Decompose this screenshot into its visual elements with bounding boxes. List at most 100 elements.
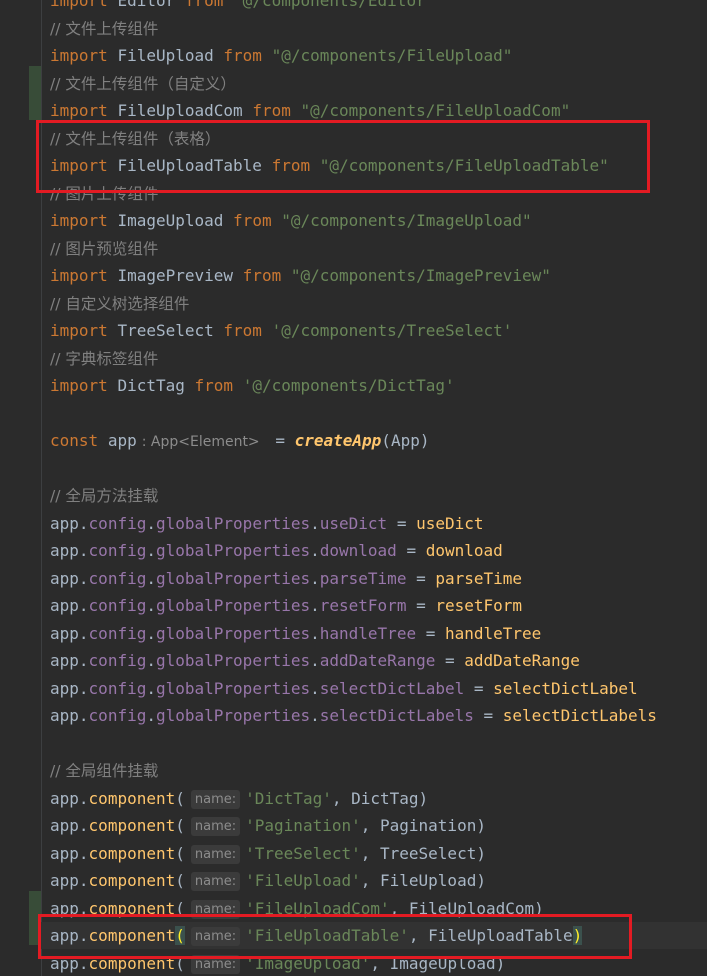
keyword-from: from	[252, 101, 291, 120]
paren-close: )	[476, 816, 486, 835]
import-path: "@/components/FileUploadCom"	[300, 101, 571, 120]
code-line[interactable]: app.config.globalProperties.resetForm = …	[50, 592, 522, 619]
code-line[interactable]: import FileUpload from "@/components/Fil…	[50, 42, 512, 69]
function-call: createApp	[294, 431, 382, 450]
method-name: component	[88, 788, 176, 808]
keyword-from: from	[223, 46, 262, 65]
object-name: app	[50, 568, 79, 588]
type-hint: : App<Element>	[141, 434, 260, 450]
property-name: handleTree	[319, 623, 417, 643]
code-line[interactable]: app.config.globalProperties.download = d…	[50, 537, 503, 564]
import-path: "@/components/Editor"	[233, 0, 436, 10]
import-name: TreeSelect	[117, 321, 214, 340]
param-hint: name:	[190, 817, 241, 836]
code-editor[interactable]: import Editor from "@/components/Editor"…	[0, 0, 707, 976]
call-argument: FileUpload	[380, 871, 477, 890]
property-name: selectDictLabel	[319, 678, 465, 698]
code-line[interactable]: app.config.globalProperties.useDict = us…	[50, 510, 484, 537]
keyword-import: import	[50, 211, 108, 230]
code-line[interactable]: app.config.globalProperties.selectDictLa…	[50, 702, 657, 729]
object-name: app	[50, 596, 79, 615]
property-name: globalProperties	[155, 541, 311, 560]
assigned-value: download	[425, 541, 503, 560]
keyword-from: from	[242, 266, 282, 285]
property-name: config	[88, 541, 147, 560]
code-comment: // 文件上传组件	[50, 19, 159, 38]
assigned-value: selectDictLabel	[493, 678, 638, 698]
property-name: globalProperties	[155, 568, 311, 588]
property-name: config	[88, 678, 147, 698]
code-line[interactable]: app.component(name: 'TreeSelect', TreeSel…	[50, 840, 486, 867]
property-name: selectDictLabels	[319, 706, 474, 725]
assigned-value: handleTree	[444, 623, 542, 643]
paren-open: (	[175, 843, 185, 863]
call-argument: App	[390, 431, 420, 450]
property-name: globalProperties	[155, 513, 311, 533]
import-name: FileUpload	[117, 46, 214, 65]
property-name: parseTime	[319, 568, 407, 588]
property-name: addDateRange	[319, 651, 436, 670]
paren-close: )	[418, 788, 429, 808]
import-name: ImagePreview	[117, 266, 234, 285]
code-line[interactable]: // 全局组件挂载	[50, 757, 158, 784]
keyword-import: import	[50, 376, 108, 395]
code-line[interactable]: app.component(name: 'Pagination', Paginat…	[50, 812, 486, 839]
code-line[interactable]: app.config.globalProperties.addDateRange…	[50, 647, 580, 674]
call-argument: Pagination	[380, 816, 477, 835]
code-line[interactable]: // 字典标签组件	[50, 345, 158, 372]
import-path: "@/components/ImagePreview"	[290, 266, 551, 285]
code-line[interactable]: // 文件上传组件	[50, 15, 158, 42]
object-name: app	[50, 706, 79, 725]
code-line[interactable]: // 全局方法挂载	[50, 482, 158, 509]
property-name: globalProperties	[155, 623, 311, 643]
code-line[interactable]: app.config.globalProperties.parseTime = …	[50, 565, 522, 592]
assigned-value: resetForm	[435, 596, 523, 615]
paren-close: )	[476, 843, 486, 863]
method-name: component	[88, 871, 176, 890]
keyword-import: import	[50, 0, 108, 10]
code-line[interactable]: import ImageUpload from "@/components/Im…	[50, 207, 532, 234]
param-hint: name:	[190, 872, 241, 891]
param-hint: name:	[190, 789, 241, 809]
code-line[interactable]: import TreeSelect from '@/components/Tre…	[50, 317, 512, 344]
property-name: config	[88, 568, 147, 588]
assigned-value: selectDictLabels	[502, 706, 657, 725]
operator: =	[275, 431, 285, 450]
property-name: config	[88, 513, 147, 533]
object-name: app	[50, 816, 79, 835]
string-argument: 'TreeSelect'	[245, 843, 361, 863]
method-name: component	[88, 816, 176, 835]
object-name: app	[50, 788, 79, 808]
code-line[interactable]: import DictTag from '@/components/DictTa…	[50, 372, 455, 399]
object-name: app	[50, 513, 79, 533]
code-line[interactable]: // 图片预览组件	[50, 235, 158, 262]
object-name: app	[50, 678, 79, 698]
call-argument: DictTag	[351, 788, 419, 808]
code-line[interactable]: // 自定义树选择组件	[50, 290, 189, 317]
assigned-value: addDateRange	[464, 651, 580, 670]
object-name: app	[50, 843, 79, 863]
keyword-from: from	[223, 321, 262, 340]
import-name: Editor	[117, 0, 176, 10]
code-line[interactable]: const app: App<Element> = createApp(App)	[50, 427, 429, 454]
import-path: '@/components/DictTag'	[242, 376, 455, 395]
code-comment: // 文件上传组件（自定义）	[50, 74, 236, 93]
keyword-from: from	[184, 0, 224, 10]
code-line[interactable]: app.config.globalProperties.handleTree =…	[50, 620, 541, 647]
code-line[interactable]: import ImagePreview from "@/components/I…	[50, 262, 551, 289]
variable-name: app	[107, 431, 137, 450]
code-line[interactable]: import Editor from "@/components/Editor"	[50, 0, 435, 14]
object-name: app	[50, 651, 79, 670]
keyword-from: from	[194, 376, 234, 395]
import-name: DictTag	[117, 376, 185, 395]
string-argument: 'Pagination'	[245, 816, 361, 835]
property-name: download	[319, 541, 397, 560]
keyword-import: import	[50, 266, 108, 285]
keyword-from: from	[233, 211, 272, 230]
code-line[interactable]: app.component(name: 'DictTag', DictTag)	[50, 785, 428, 812]
code-line[interactable]: app.config.globalProperties.selectDictLa…	[50, 675, 638, 702]
code-line[interactable]: // 文件上传组件（自定义）	[50, 70, 236, 97]
object-name: app	[50, 541, 79, 560]
code-comment: // 全局方法挂载	[50, 487, 159, 505]
code-line[interactable]: app.component(name: 'FileUpload', FileUpl…	[50, 867, 486, 894]
